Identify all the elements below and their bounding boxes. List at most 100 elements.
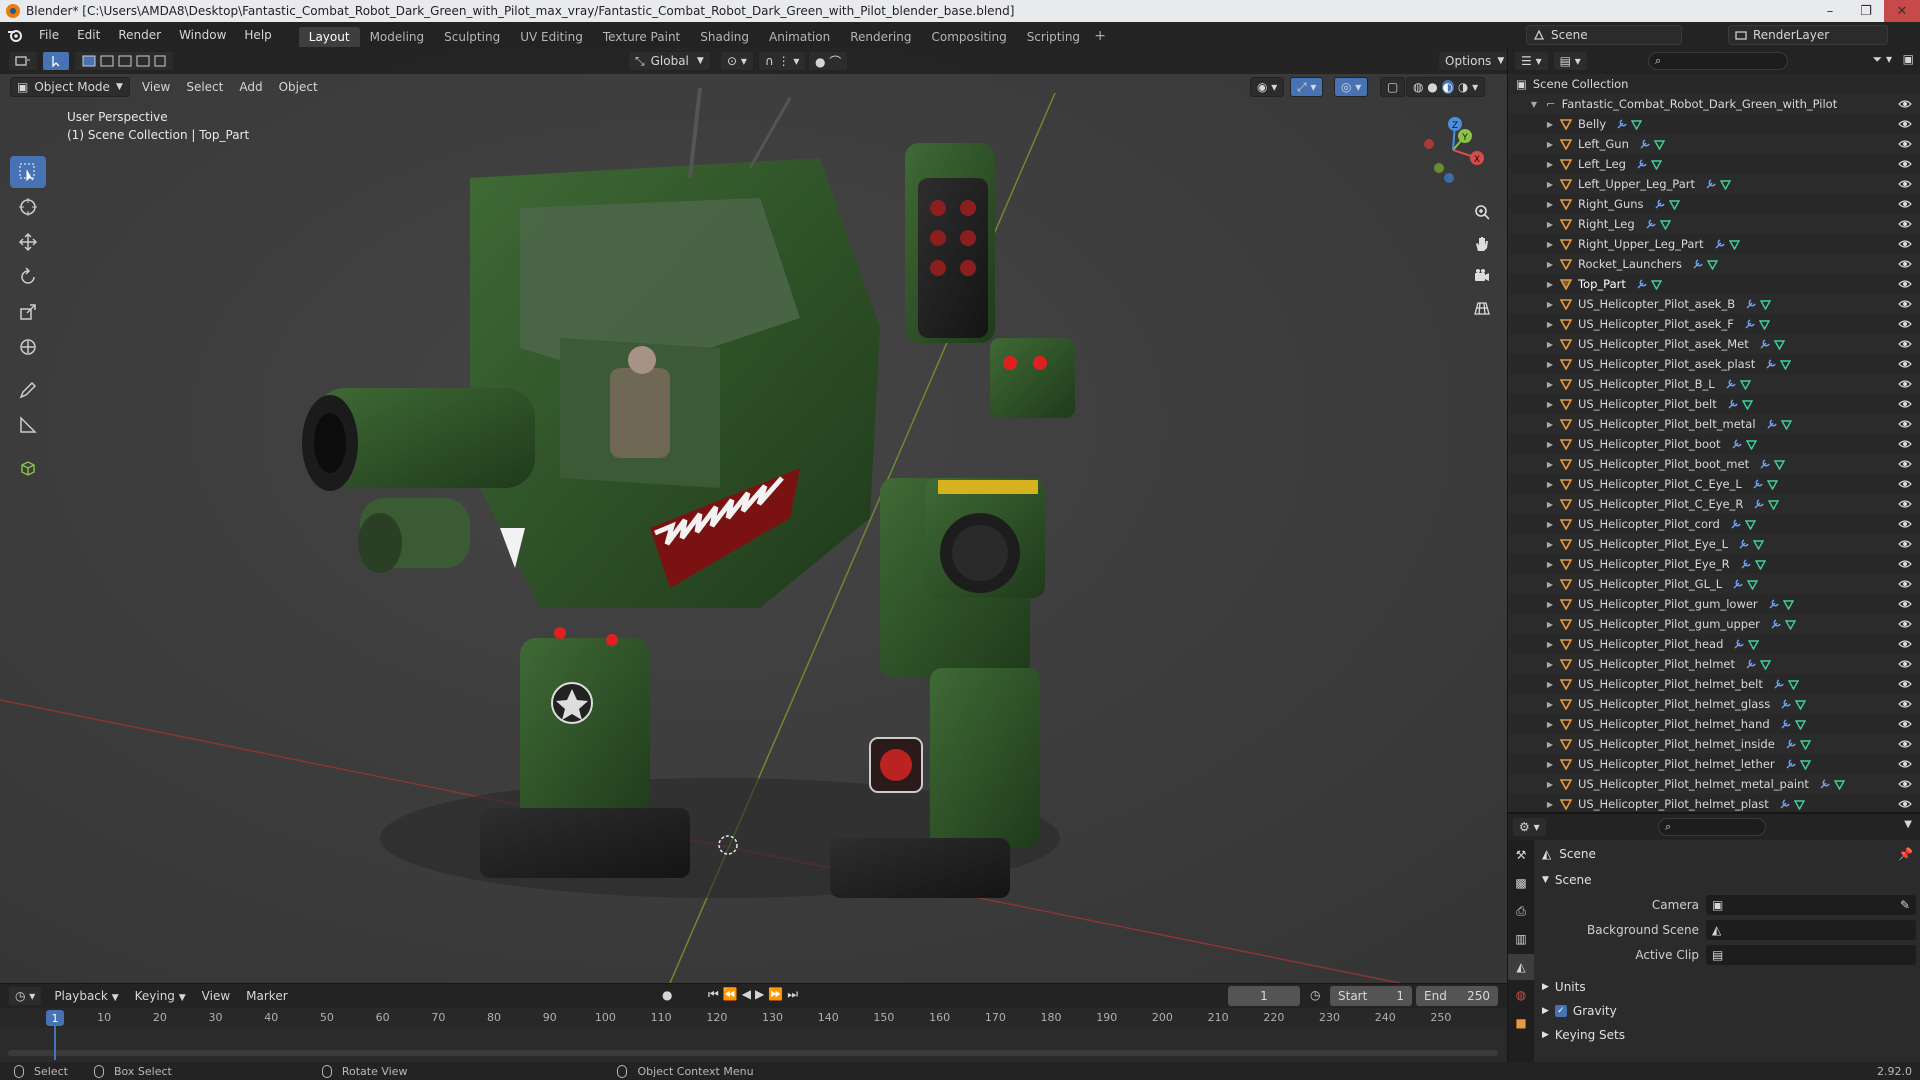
mesh-data-icon[interactable]	[1748, 639, 1760, 650]
outliner-object-row[interactable]: ▶ Left_Gun	[1508, 134, 1920, 154]
mesh-data-icon[interactable]	[1659, 219, 1671, 230]
modifier-wrench-icon[interactable]	[1645, 218, 1656, 230]
eye-icon[interactable]	[1898, 758, 1912, 770]
move-tool[interactable]	[10, 226, 46, 258]
eye-icon[interactable]	[1898, 698, 1912, 710]
collection-row[interactable]: ▼ ⌐ Fantastic_Combat_Robot_Dark_Green_wi…	[1508, 94, 1920, 114]
modifier-wrench-icon[interactable]	[1770, 618, 1781, 630]
eye-icon[interactable]	[1898, 458, 1912, 470]
modifier-wrench-icon[interactable]	[1759, 338, 1770, 350]
tab-animation[interactable]: Animation	[759, 27, 840, 47]
outliner-object-row[interactable]: ▶ US_Helicopter_Pilot_gum_lower	[1508, 594, 1920, 614]
timeline-menu-view[interactable]: View	[194, 989, 238, 1003]
record-button[interactable]: ●	[662, 988, 672, 1002]
expand-arrow-icon[interactable]: ▶	[1544, 440, 1556, 449]
modifier-wrench-icon[interactable]	[1692, 258, 1703, 270]
outliner-editor-type-button[interactable]: ☰ ▾	[1514, 51, 1549, 71]
outliner-object-row[interactable]: ▶ US_Helicopter_Pilot_B_L	[1508, 374, 1920, 394]
modifier-wrench-icon[interactable]	[1639, 138, 1650, 150]
pan-button[interactable]	[1468, 230, 1496, 258]
outliner-object-row[interactable]: ▶ US_Helicopter_Pilot_Eye_L	[1508, 534, 1920, 554]
outliner-object-row[interactable]: ▶ US_Helicopter_Pilot_asek_plast	[1508, 354, 1920, 374]
perspective-toggle-button[interactable]	[1468, 294, 1496, 322]
timeline-track-area[interactable]	[0, 1028, 1507, 1063]
modifier-wrench-icon[interactable]	[1785, 738, 1796, 750]
tab-scripting[interactable]: Scripting	[1017, 27, 1090, 47]
tab-shading[interactable]: Shading	[690, 27, 759, 47]
mesh-data-icon[interactable]	[1668, 199, 1680, 210]
expand-arrow-icon[interactable]: ▶	[1544, 380, 1556, 389]
mesh-data-icon[interactable]	[1793, 799, 1805, 810]
outliner-object-row[interactable]: ▶ US_Helicopter_Pilot_helmet_inside	[1508, 734, 1920, 754]
mesh-data-icon[interactable]	[1758, 319, 1770, 330]
chevron-down-icon[interactable]: ▼	[1904, 819, 1912, 830]
mesh-data-icon[interactable]	[1741, 399, 1753, 410]
eye-icon[interactable]	[1898, 678, 1912, 690]
current-frame-field[interactable]: 1	[1228, 986, 1300, 1006]
modifier-wrench-icon[interactable]	[1745, 298, 1756, 310]
modifier-wrench-icon[interactable]	[1765, 358, 1776, 370]
play-icon[interactable]: ▶	[755, 987, 768, 1001]
minimize-button[interactable]: –	[1812, 0, 1848, 22]
menu-edit[interactable]: Edit	[68, 22, 109, 48]
maximize-button[interactable]: ❐	[1848, 0, 1884, 22]
outliner-object-row[interactable]: ▶ US_Helicopter_Pilot_helmet	[1508, 654, 1920, 674]
editor-type-button[interactable]	[8, 51, 38, 71]
menu-window[interactable]: Window	[170, 22, 235, 48]
expand-arrow-icon[interactable]: ▶	[1544, 540, 1556, 549]
mesh-data-icon[interactable]	[1774, 459, 1786, 470]
gravity-panel-header[interactable]: ▶ ✓ Gravity	[1536, 999, 1919, 1023]
outliner-object-row[interactable]: ▶ Rocket_Launchers	[1508, 254, 1920, 274]
outliner-object-row[interactable]: ▶ US_Helicopter_Pilot_GL_L	[1508, 574, 1920, 594]
menu-render[interactable]: Render	[109, 22, 170, 48]
expand-arrow-icon[interactable]: ▶	[1544, 360, 1556, 369]
world-tab[interactable]: ◍	[1508, 982, 1534, 1008]
outliner-object-row[interactable]: ▶ US_Helicopter_Pilot_boot_met	[1508, 454, 1920, 474]
modifier-wrench-icon[interactable]	[1636, 158, 1647, 170]
rotate-tool[interactable]	[10, 261, 46, 293]
output-tab[interactable]: ⎙	[1508, 898, 1534, 924]
expand-arrow-icon[interactable]: ▶	[1544, 200, 1556, 209]
eye-icon[interactable]	[1898, 318, 1912, 330]
tool-tab[interactable]: ⚒	[1508, 842, 1534, 868]
expand-arrow-icon[interactable]: ▶	[1544, 620, 1556, 629]
mesh-data-icon[interactable]	[1745, 439, 1757, 450]
scene-tab[interactable]: ◭	[1508, 954, 1534, 980]
menu-file[interactable]: File	[30, 22, 68, 48]
tab-sculpting[interactable]: Sculpting	[434, 27, 510, 47]
mesh-data-icon[interactable]	[1650, 159, 1662, 170]
eye-icon[interactable]	[1898, 338, 1912, 350]
measure-tool[interactable]	[10, 409, 46, 441]
mesh-data-icon[interactable]	[1754, 559, 1766, 570]
timeline-menu-marker[interactable]: Marker	[238, 989, 295, 1003]
expand-arrow-icon[interactable]: ▶	[1544, 340, 1556, 349]
modifier-wrench-icon[interactable]	[1785, 758, 1796, 770]
outliner-object-row[interactable]: ▶ US_Helicopter_Pilot_belt	[1508, 394, 1920, 414]
modifier-wrench-icon[interactable]	[1725, 378, 1736, 390]
tab-modeling[interactable]: Modeling	[360, 27, 435, 47]
expand-arrow-icon[interactable]: ▶	[1544, 220, 1556, 229]
outliner-object-row[interactable]: ▶ US_Helicopter_Pilot_helmet_glass	[1508, 694, 1920, 714]
mesh-data-icon[interactable]	[1747, 579, 1759, 590]
modifier-wrench-icon[interactable]	[1636, 278, 1647, 290]
playback-controls[interactable]: ⏮⏪◀▶⏩⏭	[708, 987, 802, 1002]
viewport-menu-select[interactable]: Select	[178, 80, 231, 94]
menu-help[interactable]: Help	[235, 22, 280, 48]
mesh-data-icon[interactable]	[1799, 759, 1811, 770]
background-scene-field[interactable]: ◭	[1706, 919, 1916, 940]
cursor-tool[interactable]	[10, 191, 46, 223]
modifier-wrench-icon[interactable]	[1732, 578, 1743, 590]
jump-end-icon[interactable]: ⏭	[787, 987, 802, 1001]
eye-icon[interactable]	[1898, 798, 1912, 810]
shading-mode-buttons[interactable]: ◍ ● ◐ ◑ ▾	[1406, 77, 1486, 97]
eye-icon[interactable]	[1898, 598, 1912, 610]
select-tool-mode-button[interactable]	[42, 51, 70, 71]
units-panel-header[interactable]: ▶ Units	[1536, 975, 1919, 999]
expand-arrow-icon[interactable]: ▶	[1544, 780, 1556, 789]
jump-key-forward-icon[interactable]: ⏩	[768, 987, 787, 1001]
eye-icon[interactable]	[1898, 518, 1912, 530]
outliner-object-row[interactable]: ▶ US_Helicopter_Pilot_helmet_belt	[1508, 674, 1920, 694]
select-box-tool[interactable]	[10, 156, 46, 188]
transform-orientation-dropdown[interactable]: ⤡ Global ▼	[628, 51, 711, 71]
eye-icon[interactable]	[1898, 118, 1912, 130]
